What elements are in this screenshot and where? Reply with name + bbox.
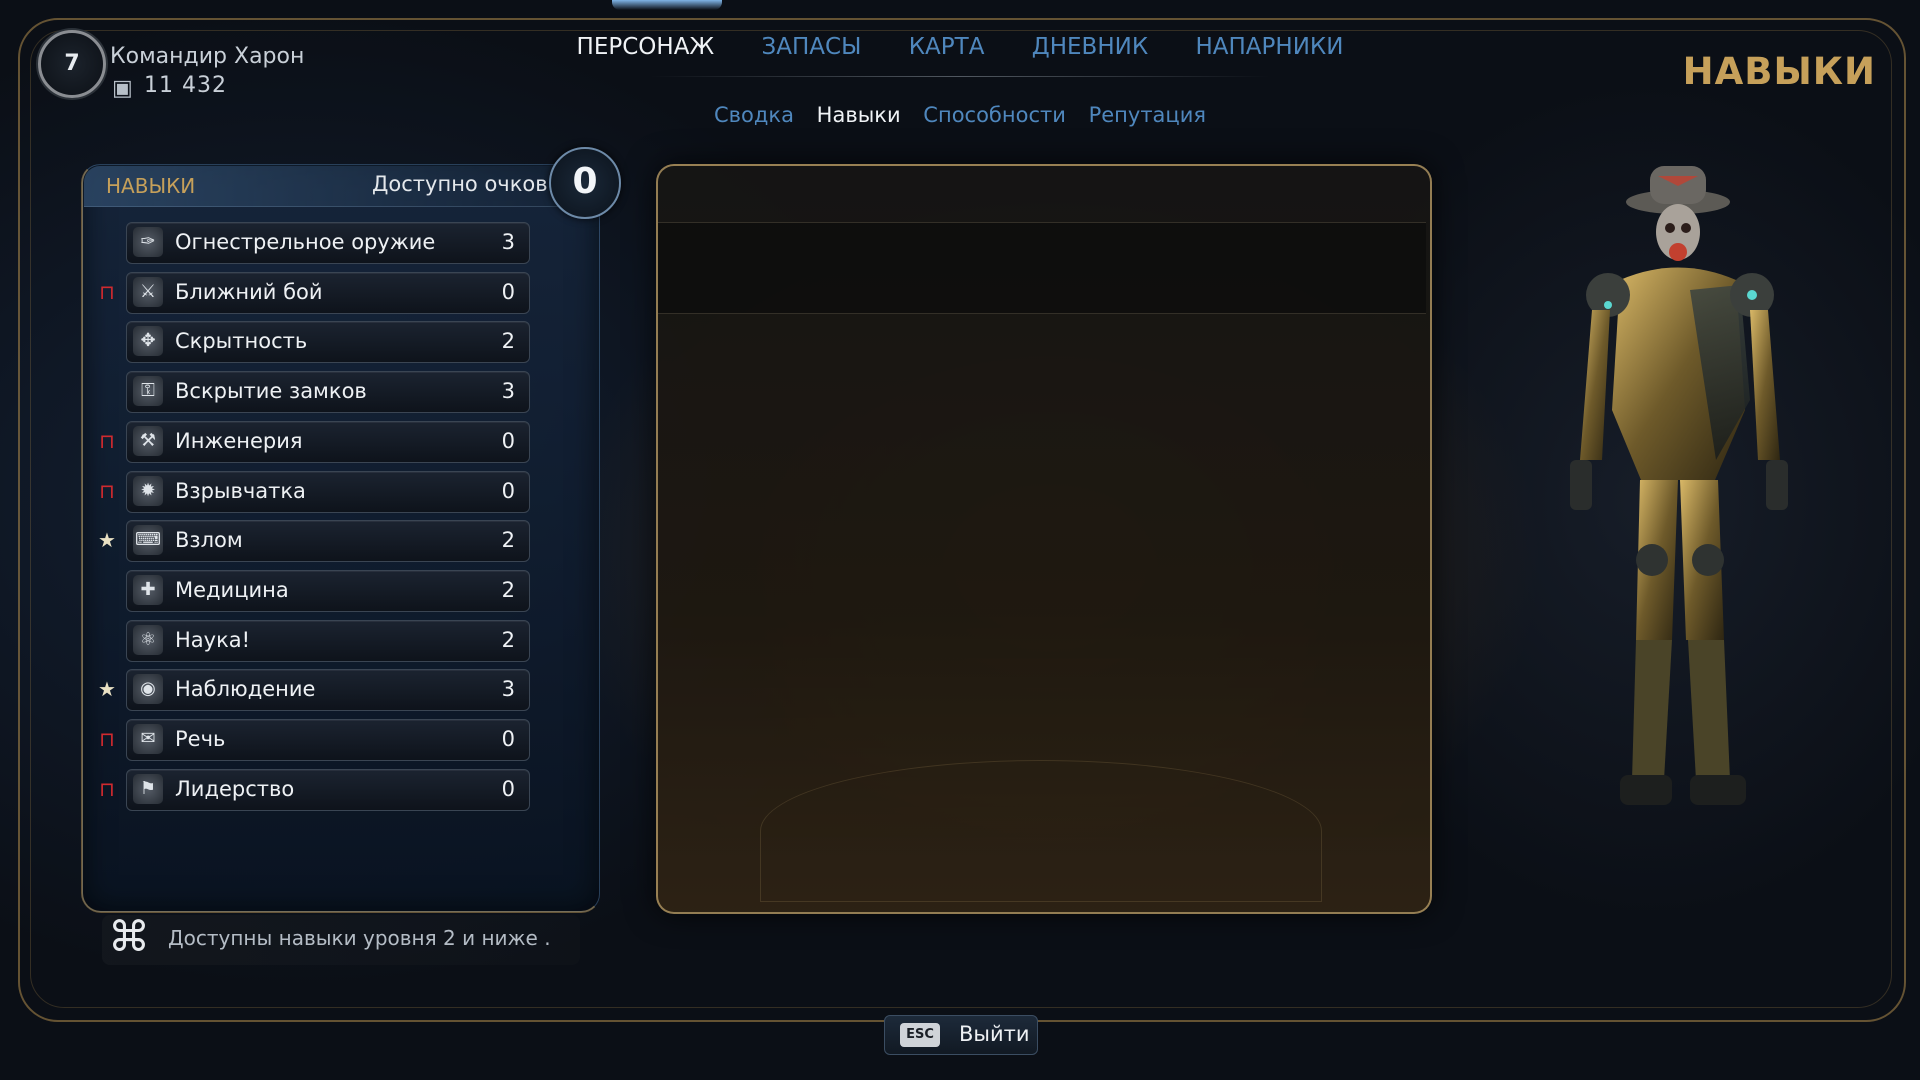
subtab-summary[interactable]: Сводка	[714, 103, 794, 127]
skill-name: Наблюдение	[175, 677, 316, 701]
skill-icon: ✚	[133, 575, 163, 605]
skill-row[interactable]: ◉ Наблюдение 3	[126, 669, 530, 711]
skill-value: 2	[501, 528, 515, 552]
skill-value: 0	[501, 777, 515, 801]
exit-button[interactable]: ESC Выйти	[884, 1015, 1038, 1055]
skill-row[interactable]: ⚒ Инженерия 0	[126, 421, 530, 463]
skill-name: Вскрытие замков	[175, 379, 367, 403]
skill-icon: ✹	[133, 476, 163, 506]
tab-companions[interactable]: НАПАРНИКИ	[1195, 34, 1343, 66]
lock-icon: ⊓	[99, 429, 115, 453]
skill-value: 0	[501, 280, 515, 304]
star-icon: ★	[98, 528, 116, 552]
subtab-abilities[interactable]: Способности	[923, 103, 1066, 127]
skill-icon: ⚔	[133, 277, 163, 307]
skill-row[interactable]: ✹ Взрывчатка 0	[126, 471, 530, 513]
skill-row[interactable]: ✑ Огнестрельное оружие 3	[126, 222, 530, 264]
skill-name: Взлом	[175, 528, 243, 552]
skill-name: Лидерство	[175, 777, 295, 801]
skill-name: Наука!	[175, 628, 251, 652]
skill-icon: ⌨	[133, 525, 163, 555]
tab-journal[interactable]: ДНЕВНИК	[1032, 34, 1148, 66]
skills-panel-title: НАВЫКИ	[106, 174, 196, 198]
skill-row[interactable]: ⚔ Ближний бой 0	[126, 272, 530, 314]
skill-name: Огнестрельное оружие	[175, 230, 436, 254]
money-amount: 11 432	[144, 73, 227, 98]
bit-card-icon: ▣	[112, 76, 133, 101]
lock-icon: ⊓	[99, 280, 115, 304]
skill-icon: ✥	[133, 326, 163, 356]
hint-text: Доступны навыки уровня 2 и ниже .	[168, 926, 551, 950]
skill-details-header-band	[658, 222, 1426, 314]
skill-row[interactable]: ✉ Речь 0	[126, 719, 530, 761]
lock-icon: ⊓	[99, 727, 115, 751]
skill-icon: ⚑	[133, 774, 163, 804]
skill-value: 2	[501, 578, 515, 602]
skill-value: 3	[501, 379, 515, 403]
page-heading: НАВЫКИ	[1682, 50, 1876, 93]
skill-row[interactable]: ✚ Медицина 2	[126, 570, 530, 612]
skill-icon: ◉	[133, 674, 163, 704]
tab-inventory[interactable]: ЗАПАСЫ	[762, 34, 862, 66]
exit-label: Выйти	[959, 1022, 1030, 1046]
skill-name: Речь	[175, 727, 226, 751]
skill-value: 0	[501, 429, 515, 453]
skill-glyph-icon: ⌘	[108, 912, 150, 961]
available-points-label: Доступно очков:	[372, 172, 555, 196]
skill-name: Медицина	[175, 578, 289, 602]
skill-icon: ⚿	[133, 376, 163, 406]
subtab-skills[interactable]: Навыки	[817, 103, 901, 127]
star-icon: ★	[98, 677, 116, 701]
available-points-badge: 0	[549, 147, 621, 219]
active-tab-glow	[612, 0, 722, 10]
nav-divider	[650, 76, 1270, 77]
skill-value: 2	[501, 329, 515, 353]
skill-name: Ближний бой	[175, 280, 323, 304]
skill-value: 0	[501, 479, 515, 503]
skill-name: Взрывчатка	[175, 479, 306, 503]
skill-row[interactable]: ⚛ Наука! 2	[126, 620, 530, 662]
skill-value: 3	[501, 677, 515, 701]
character-model[interactable]	[1540, 160, 1830, 850]
skill-row[interactable]: ⚑ Лидерство 0	[126, 769, 530, 811]
skill-row[interactable]: ⚿ Вскрытие замков 3	[126, 371, 530, 413]
skill-icon: ✉	[133, 724, 163, 754]
esc-key-icon: ESC	[900, 1023, 940, 1047]
lock-icon: ⊓	[99, 479, 115, 503]
subtab-reputation[interactable]: Репутация	[1089, 103, 1206, 127]
skill-icon: ✑	[133, 227, 163, 257]
skill-name: Скрытность	[175, 329, 308, 353]
skill-value: 0	[501, 727, 515, 751]
skill-value: 3	[501, 230, 515, 254]
main-nav: ПЕРСОНАЖ ЗАПАСЫ КАРТА ДНЕВНИК НАПАРНИКИ	[0, 34, 1920, 66]
available-points-value: 0	[572, 161, 598, 202]
skill-icon: ⚒	[133, 426, 163, 456]
skill-name: Инженерия	[175, 429, 303, 453]
lock-icon: ⊓	[99, 777, 115, 801]
tab-map[interactable]: КАРТА	[909, 34, 985, 66]
tab-character[interactable]: ПЕРСОНАЖ	[577, 34, 715, 66]
skill-icon: ⚛	[133, 625, 163, 655]
sub-nav: Сводка Навыки Способности Репутация	[0, 103, 1920, 127]
skill-row[interactable]: ⌨ Взлом 2	[126, 520, 530, 562]
skill-value: 2	[501, 628, 515, 652]
skill-row[interactable]: ✥ Скрытность 2	[126, 321, 530, 363]
